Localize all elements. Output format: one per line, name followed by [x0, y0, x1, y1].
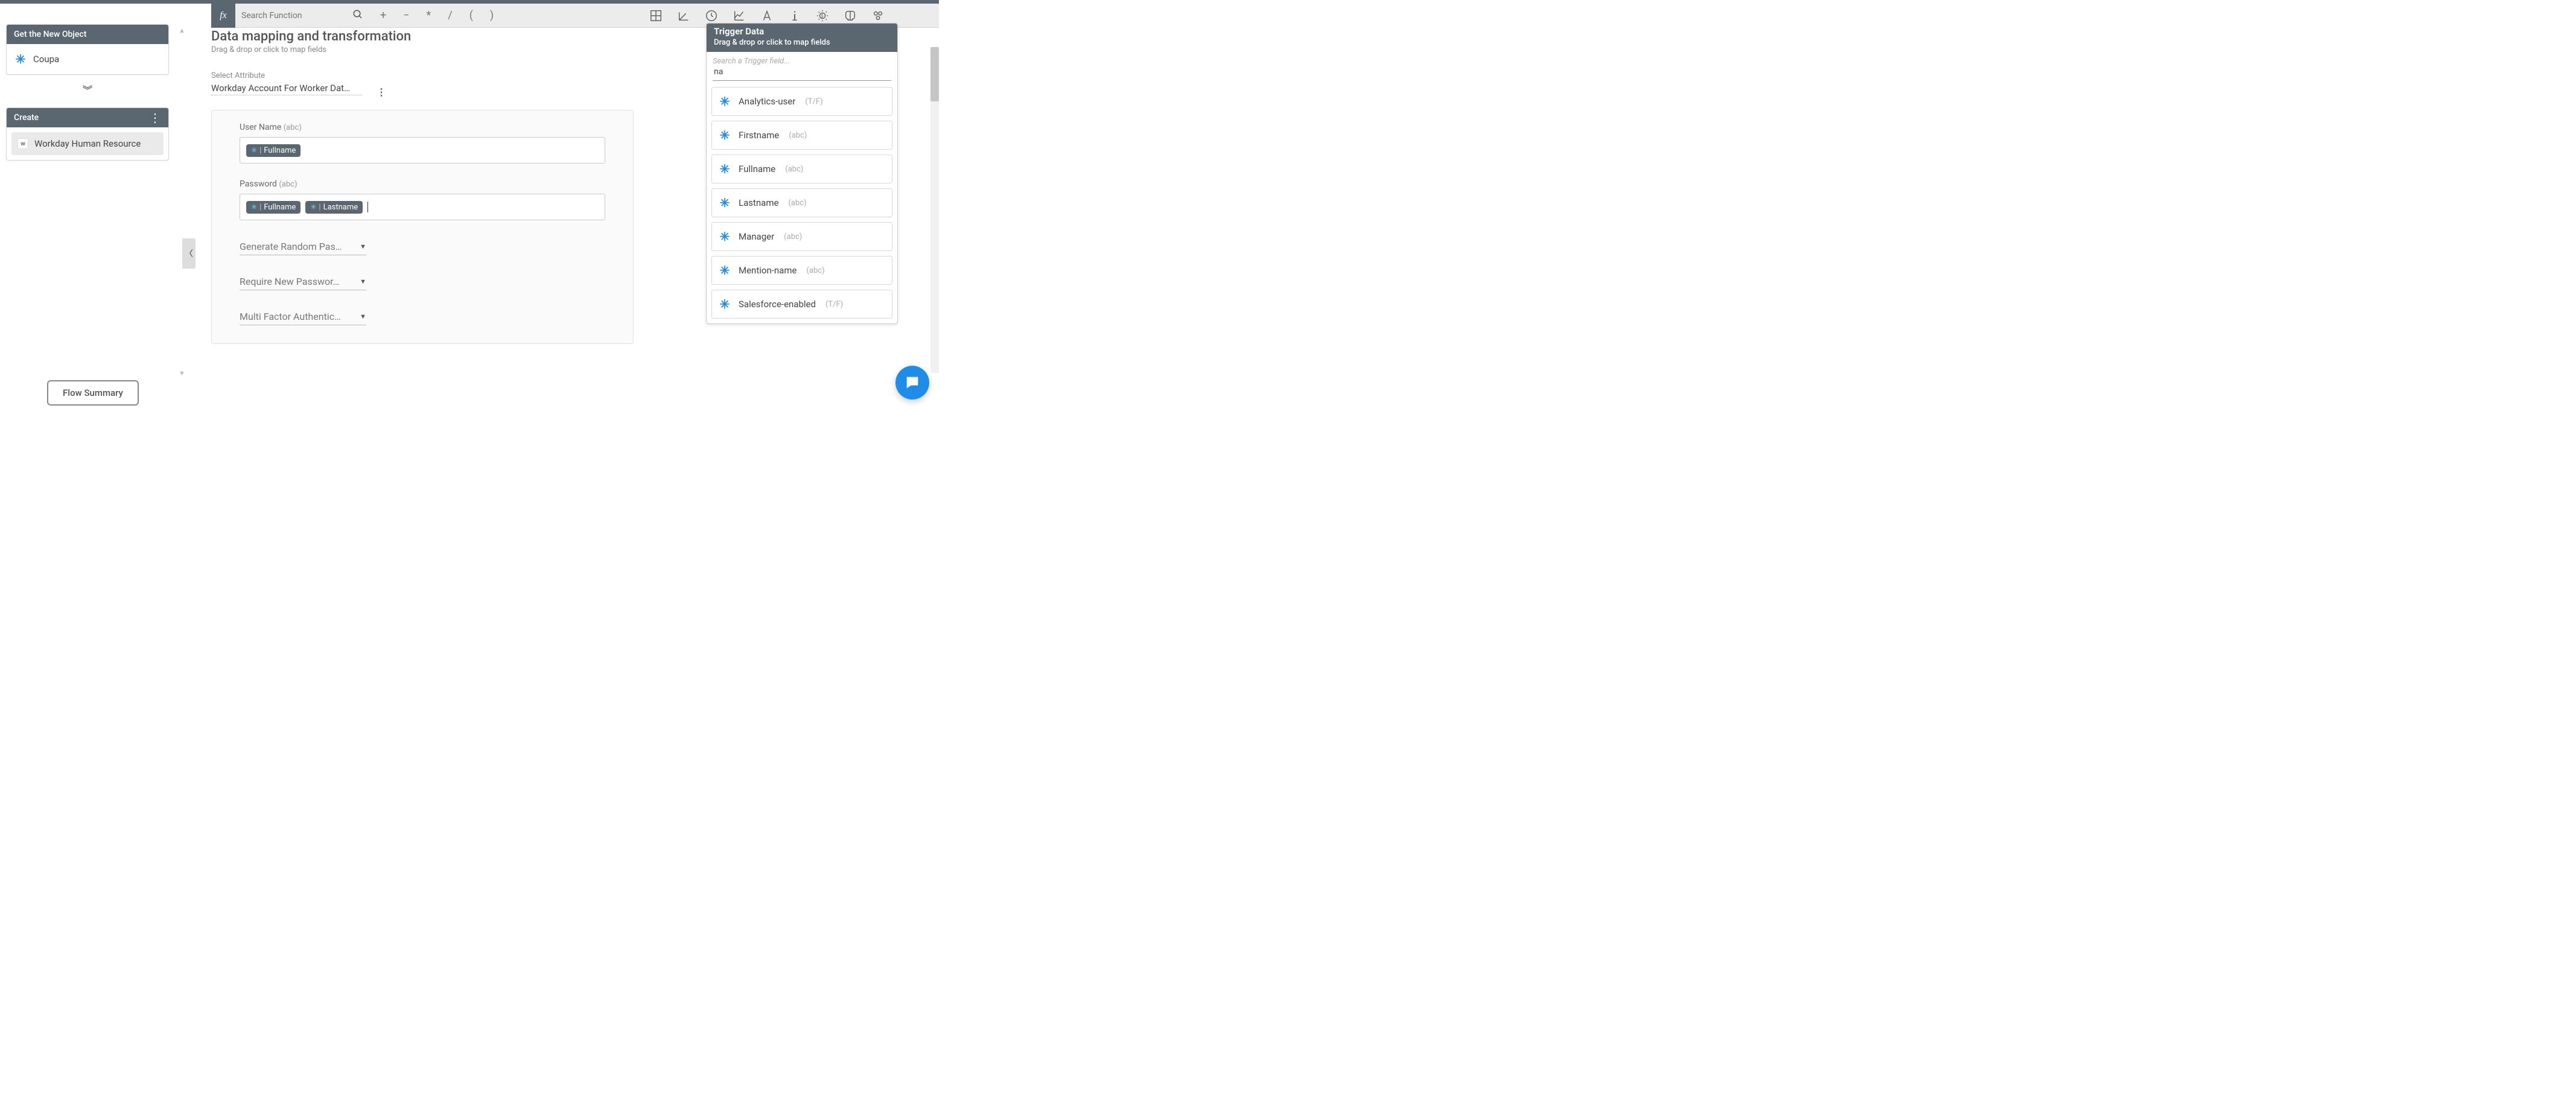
brain-icon[interactable] [844, 9, 857, 22]
main-panel: Data mapping and transformation Drag & d… [211, 29, 634, 344]
create-card: Create ⋮ w Workday Human Resource [6, 107, 169, 161]
chevron-down-icon: ▼ [360, 278, 366, 285]
chat-icon [904, 374, 921, 391]
trigger-data-panel: Trigger Data Drag & drop or click to map… [706, 23, 898, 324]
fx-icon: fx [211, 4, 235, 28]
coupa-icon [14, 53, 27, 66]
vertical-scrollbar[interactable] [930, 47, 939, 373]
trigger-list: Analytics-user(T/F) Firstname(abc) Fulln… [707, 82, 897, 323]
chat-button[interactable] [895, 366, 929, 400]
operator-row: + − * / ( ) [380, 9, 494, 22]
chip-fullname-2[interactable]: ✳|Fullname [246, 201, 301, 214]
chip-fullname[interactable]: ✳|Fullname [246, 144, 301, 157]
svg-text:$: $ [821, 13, 823, 18]
get-object-card: Get the New Object Coupa [6, 24, 169, 75]
workday-icon: w [17, 138, 28, 149]
mapping-form: User Name (abc) ✳|Fullname Password (abc… [211, 110, 634, 344]
field-icon [718, 264, 731, 277]
trigger-subtitle: Drag & drop or click to map fields [714, 38, 890, 47]
get-object-header: Get the New Object [7, 25, 168, 44]
info-icon[interactable] [788, 9, 801, 22]
create-item-label: Workday Human Resource [34, 138, 141, 149]
trigger-item-firstname[interactable]: Firstname(abc) [711, 121, 892, 150]
op-rparen[interactable]: ) [490, 9, 494, 22]
field-icon [718, 298, 731, 311]
page-subtitle: Drag & drop or click to map fields [211, 45, 634, 54]
field-icon [718, 95, 731, 108]
flow-arrow-icon: ︾ [6, 82, 169, 97]
create-title: Create [14, 113, 39, 123]
get-object-item-label: Coupa [33, 54, 59, 65]
mfa-dropdown[interactable]: Multi Factor Authentic…▼ [240, 308, 366, 325]
require-new-password-dropdown[interactable]: Require New Passwor…▼ [240, 273, 366, 290]
text-cursor [367, 202, 368, 212]
get-object-item[interactable]: Coupa [7, 44, 168, 74]
font-icon[interactable] [760, 9, 774, 22]
op-lparen[interactable]: ( [469, 9, 473, 22]
idea-icon[interactable]: $ [816, 9, 829, 22]
chevron-down-icon: ▼ [360, 313, 366, 320]
field-icon [718, 162, 731, 176]
trigger-search-value[interactable]: na [713, 66, 891, 81]
search-icon[interactable] [352, 9, 363, 22]
password-input[interactable]: ✳|Fullname ✳|Lastname [240, 194, 605, 220]
trigger-search-placeholder: Search a Trigger field... [713, 57, 891, 66]
trigger-item-salesforce-enabled[interactable]: Salesforce-enabled(T/F) [711, 290, 892, 319]
flow-summary-button[interactable]: Flow Summary [47, 380, 139, 406]
chip-source-icon: ✳ [251, 146, 257, 154]
toolbar-icons: $ [649, 9, 939, 22]
op-star[interactable]: * [427, 9, 431, 22]
get-object-title: Get the New Object [14, 30, 86, 39]
op-plus[interactable]: + [380, 9, 386, 22]
trigger-item-manager[interactable]: Manager(abc) [711, 222, 892, 251]
page-title: Data mapping and transformation [211, 29, 634, 44]
collapse-left-icon[interactable]: 〈 [182, 238, 196, 269]
scroll-down-icon[interactable]: ▼ [179, 369, 185, 377]
field-icon [718, 230, 731, 243]
chevron-down-icon: ▼ [360, 243, 366, 250]
calculator-icon[interactable] [649, 9, 663, 22]
op-minus[interactable]: − [403, 9, 409, 22]
username-label: User Name (abc) [240, 123, 605, 132]
trigger-item-mention-name[interactable]: Mention-name(abc) [711, 256, 892, 285]
username-input[interactable]: ✳|Fullname [240, 137, 605, 164]
chip-source-icon: ✳ [251, 203, 257, 211]
select-attribute-label: Select Attribute [211, 71, 634, 80]
generate-random-password-dropdown[interactable]: Generate Random Pas…▼ [240, 238, 366, 255]
op-slash[interactable]: / [448, 9, 452, 22]
trigger-item-analytics-user[interactable]: Analytics-user(T/F) [711, 87, 892, 116]
trigger-item-lastname[interactable]: Lastname(abc) [711, 188, 892, 217]
chart-icon[interactable] [733, 9, 746, 22]
create-header: Create ⋮ [7, 108, 168, 127]
function-search-input[interactable] [235, 6, 368, 25]
trigger-header: Trigger Data Drag & drop or click to map… [707, 24, 897, 52]
chip-lastname[interactable]: ✳|Lastname [305, 201, 363, 214]
select-attribute-value[interactable]: Workday Account For Worker Dat… [211, 83, 362, 95]
field-icon [718, 196, 731, 209]
trigger-title: Trigger Data [714, 26, 890, 37]
scroll-up-icon[interactable]: ▲ [179, 27, 185, 34]
clock-icon[interactable] [705, 9, 718, 22]
create-menu-icon[interactable]: ⋮ [149, 115, 161, 121]
create-item[interactable]: w Workday Human Resource [11, 132, 164, 155]
angle-icon[interactable] [677, 9, 690, 22]
field-icon [718, 129, 731, 142]
function-search[interactable] [235, 6, 368, 25]
select-attribute-menu-icon[interactable]: ⋮ [377, 86, 386, 98]
scrollbar-thumb[interactable] [930, 47, 939, 101]
chip-source-icon: ✳ [310, 203, 316, 211]
password-label: Password (abc) [240, 179, 605, 189]
settings-icon[interactable] [871, 9, 885, 22]
trigger-search[interactable]: Search a Trigger field... na [707, 52, 897, 82]
trigger-item-fullname[interactable]: Fullname(abc) [711, 154, 892, 183]
left-panel: Get the New Object Coupa ︾ Create ⋮ w Wo… [6, 24, 169, 167]
